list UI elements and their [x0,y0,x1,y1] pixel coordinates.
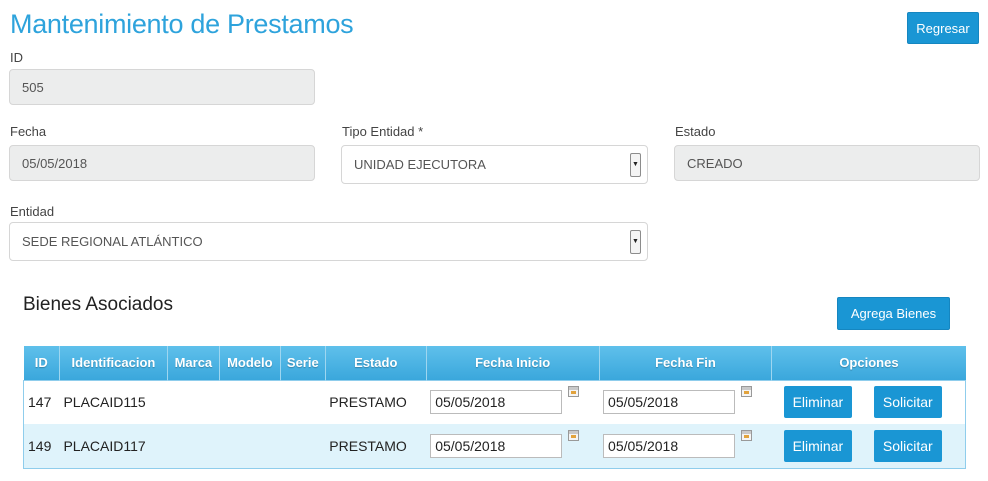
cell-fecha-fin: 05/05/2018 [599,424,772,468]
id-label: ID [10,50,23,65]
fecha-inicio-input[interactable]: 05/05/2018 [430,390,563,415]
col-serie: Serie [280,346,326,380]
col-fecha-inicio: Fecha Inicio [426,346,600,380]
tipo-entidad-label: Tipo Entidad * [342,124,424,139]
request-button[interactable]: Solicitar [873,429,942,462]
chevron-down-icon[interactable]: ▼ [630,229,641,254]
calendar-icon[interactable] [741,386,753,398]
cell-fecha-fin: 05/05/2018 [599,380,772,424]
fecha-fin-input[interactable]: 05/05/2018 [603,433,736,458]
cell-id: 147 [23,380,60,424]
cell-marca [167,424,220,468]
cell-fecha-inicio: 05/05/2018 [426,424,600,468]
id-field: 505 [9,69,315,105]
cell-modelo [219,424,281,468]
entidad-select[interactable]: SEDE REGIONAL ATLÁNTICO ▼ [9,222,648,261]
entidad-value: SEDE REGIONAL ATLÁNTICO [22,234,203,249]
cell-opciones: Eliminar Solicitar [771,424,966,468]
cell-estado: PRESTAMO [325,380,427,424]
fecha-inicio-input[interactable]: 05/05/2018 [430,433,563,458]
calendar-icon[interactable] [568,386,580,398]
cell-fecha-inicio: 05/05/2018 [426,380,600,424]
entidad-label: Entidad [10,204,55,219]
cell-estado: PRESTAMO [325,424,427,468]
cell-identificacion: PLACAID115 [59,380,168,424]
table-row: 147 PLACAID115 PRESTAMO 05/05/2018 05/05… [23,380,966,424]
back-button[interactable]: Regresar [907,12,979,44]
calendar-icon[interactable] [741,429,753,441]
delete-button[interactable]: Eliminar [783,429,852,462]
cell-modelo [219,380,281,424]
estado-field: CREADO [674,145,980,181]
cell-marca [167,380,220,424]
calendar-icon[interactable] [568,429,580,441]
cell-identificacion: PLACAID117 [59,424,168,468]
cell-id: 149 [23,424,60,468]
cell-opciones: Eliminar Solicitar [771,380,966,424]
col-opciones: Opciones [771,346,966,380]
fecha-value: 05/05/2018 [22,155,88,171]
estado-label: Estado [675,124,716,139]
col-estado: Estado [325,346,427,380]
col-modelo: Modelo [219,346,281,380]
cell-serie [280,380,326,424]
page-title: Mantenimiento de Prestamos [10,9,354,39]
tipo-entidad-value: UNIDAD EJECUTORA [354,157,486,172]
delete-button[interactable]: Eliminar [783,386,852,419]
add-items-button[interactable]: Agrega Bienes [837,297,950,330]
request-button[interactable]: Solicitar [873,386,942,419]
fecha-label: Fecha [10,124,47,139]
items-table: ID Identificacion Marca Modelo Serie Est… [23,346,966,469]
section-title: Bienes Asociados [23,294,173,315]
estado-value: CREADO [687,155,743,171]
chevron-down-icon[interactable]: ▼ [630,152,641,177]
col-marca: Marca [167,346,220,380]
col-identificacion: Identificacion [59,346,168,380]
table-row: 149 PLACAID117 PRESTAMO 05/05/2018 05/05… [23,424,966,468]
col-id: ID [23,346,60,380]
col-fecha-fin: Fecha Fin [599,346,773,380]
tipo-entidad-select[interactable]: UNIDAD EJECUTORA ▼ [341,145,648,184]
cell-serie [280,424,326,468]
fecha-fin-input[interactable]: 05/05/2018 [603,390,736,415]
id-value: 505 [22,79,44,95]
fecha-field: 05/05/2018 [9,145,315,181]
table-header-row: ID Identificacion Marca Modelo Serie Est… [23,346,966,380]
